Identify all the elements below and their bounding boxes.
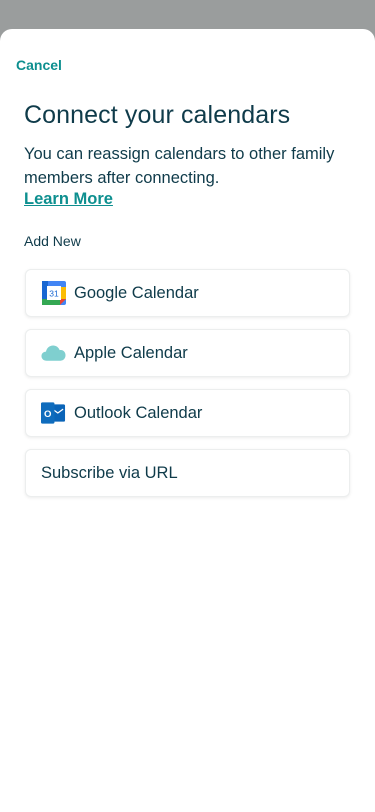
google-calendar-option[interactable]: 31 Google Calendar: [25, 269, 350, 317]
page-subtitle: You can reassign calendars to other fami…: [24, 145, 335, 187]
apple-calendar-option[interactable]: Apple Calendar: [25, 329, 350, 377]
apple-calendar-label: Apple Calendar: [74, 343, 188, 362]
page-title: Connect your calendars: [24, 101, 291, 129]
google-calendar-label: Google Calendar: [74, 283, 199, 302]
subscribe-url-option[interactable]: Subscribe via URL: [25, 449, 350, 497]
outlook-icon: O: [41, 401, 66, 426]
learn-more-link[interactable]: Learn More: [24, 190, 113, 209]
google-calendar-icon: 31: [41, 281, 66, 306]
outlook-calendar-option[interactable]: O Outlook Calendar: [25, 389, 350, 437]
outlook-icon-text: O: [44, 409, 52, 420]
bottom-sheet: Cancel Connect your calendars You can re…: [0, 29, 375, 812]
cancel-button[interactable]: Cancel: [16, 57, 62, 73]
icloud-icon: [41, 341, 66, 366]
section-label-add-new: Add New: [24, 233, 81, 249]
outlook-calendar-label: Outlook Calendar: [74, 403, 203, 422]
subscribe-url-label: Subscribe via URL: [41, 463, 178, 482]
google-calendar-icon-text: 31: [49, 289, 59, 299]
